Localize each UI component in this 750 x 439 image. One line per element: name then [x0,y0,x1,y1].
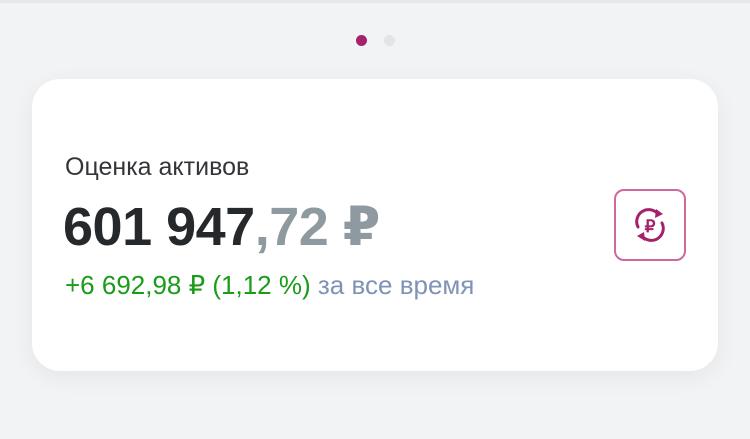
ruble-exchange-icon: ₽ [635,208,665,242]
amount-integer: 601 947 [63,197,255,257]
page-dot-inactive[interactable] [383,35,395,46]
assets-amount: 601 947,72 ₽ [63,195,380,258]
amount-fraction: ,72 ₽ [254,197,381,257]
assets-change: +6 692,98 ₽ (1,12 %) за все время [65,270,474,301]
currency-switch-button[interactable]: ₽ [614,189,686,261]
assets-card[interactable]: Оценка активов 601 947,72 ₽ +6 692,98 ₽ … [32,79,718,371]
change-period[interactable]: за все время [318,270,475,300]
change-value: +6 692,98 ₽ (1,12 %) [65,270,311,300]
page-indicator [0,35,750,46]
assets-title: Оценка активов [65,153,250,181]
svg-text:₽: ₽ [645,217,656,236]
top-divider [0,0,750,3]
page-dot-active[interactable] [355,35,367,46]
